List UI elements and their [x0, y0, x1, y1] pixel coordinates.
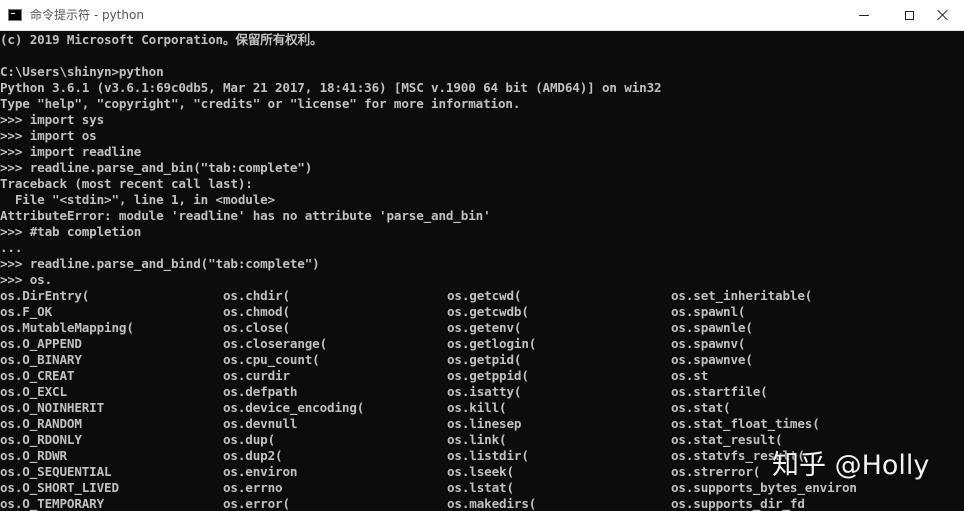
- console-line: >>> readline.parse_and_bind("tab:complet…: [0, 256, 320, 271]
- completion-item: os.cpu_count(: [223, 352, 320, 367]
- completion-item: os.getenv(: [447, 320, 522, 335]
- completion-item: os.link(: [447, 432, 507, 447]
- console-line: Python 3.6.1 (v3.6.1:69c0db5, Mar 21 201…: [0, 80, 662, 95]
- console-line: >>> readline.parse_and_bin("tab:complete…: [0, 160, 313, 175]
- completion-item: os.dup(: [223, 432, 276, 447]
- completion-item: os.getcwd(: [447, 288, 522, 303]
- console-line: (c) 2019 Microsoft Corporation。保留所有权利。: [0, 32, 323, 47]
- completion-item: os.listdir(: [447, 448, 529, 463]
- completion-item: os.lseek(: [447, 464, 514, 479]
- completion-item: os.chdir(: [223, 288, 290, 303]
- console-line: AttributeError: module 'readline' has no…: [0, 208, 491, 223]
- completion-item: os.errno: [223, 480, 283, 495]
- console-line: Type "help", "copyright", "credits" or "…: [0, 96, 521, 111]
- completion-item: os.O_RDWR: [0, 448, 67, 463]
- completion-item: os.O_SHORT_LIVED: [0, 480, 119, 495]
- completion-item: os.spawnve(: [671, 352, 753, 367]
- completion-item: os.getcwdb(: [447, 304, 529, 319]
- watermark: 知乎 @Holly: [772, 450, 930, 481]
- completion-item: os.MutableMapping(: [0, 320, 134, 335]
- completion-item: os.O_APPEND: [0, 336, 82, 351]
- completion-item: os.getlogin(: [447, 336, 537, 351]
- completion-item: os.environ: [223, 464, 298, 479]
- console-window: 命令提示符 - python (c) 2019 Microsoft Corpor…: [0, 0, 964, 511]
- completion-item: os.isatty(: [447, 384, 522, 399]
- window-title: 命令提示符 - python: [30, 8, 144, 22]
- console-line: File "<stdin>", line 1, in <module>: [0, 192, 275, 207]
- completion-item: os.O_EXCL: [0, 384, 67, 399]
- completion-item: os.getpid(: [447, 352, 522, 367]
- console-line: Traceback (most recent call last):: [0, 176, 253, 191]
- console-line: ...: [0, 240, 23, 255]
- completion-item: os.O_SEQUENTIAL: [0, 464, 112, 479]
- completion-item: os.spawnl(: [671, 304, 746, 319]
- console-line: >>> #tab completion: [0, 224, 142, 239]
- completion-item: os.chmod(: [223, 304, 290, 319]
- completion-item: os.getppid(: [447, 368, 529, 383]
- completion-item: os.kill(: [447, 400, 507, 415]
- completion-item: os.set_inheritable(: [671, 288, 813, 303]
- completion-item: os.spawnv(: [671, 336, 746, 351]
- completion-item: os.st: [671, 368, 709, 383]
- console-line: >>> import readline: [0, 144, 142, 159]
- completion-item: os.linesep: [447, 416, 522, 431]
- maximize-icon: [904, 10, 914, 20]
- completion-item: os.makedirs(: [447, 496, 537, 511]
- console-output[interactable]: (c) 2019 Microsoft Corporation。保留所有权利。 C…: [0, 31, 964, 511]
- completion-item: os.DirEntry(: [0, 288, 90, 303]
- minimize-button[interactable]: [841, 0, 887, 30]
- completion-item: os.stat_result(: [671, 432, 783, 447]
- completion-item: os.dup2(: [223, 448, 283, 463]
- completion-item: os.F_OK: [0, 304, 53, 319]
- minimize-icon: [859, 14, 869, 16]
- title-bar[interactable]: 命令提示符 - python: [0, 0, 964, 31]
- completion-item: os.curdir: [223, 368, 290, 383]
- completion-item: os.closerange(: [223, 336, 328, 351]
- completion-item: os.stat(: [671, 400, 731, 415]
- completion-item: os.O_RANDOM: [0, 416, 82, 431]
- completion-item: os.error(: [223, 496, 290, 511]
- completion-item: os.strerror(: [671, 464, 761, 479]
- completion-item: os.O_CREAT: [0, 368, 75, 383]
- completion-item: os.close(: [223, 320, 290, 335]
- completion-item: os.lstat(: [447, 480, 514, 495]
- completion-item: os.O_TEMPORARY: [0, 496, 105, 511]
- console-line: >>> import sys: [0, 112, 105, 127]
- completion-item: os.O_BINARY: [0, 352, 82, 367]
- completion-item: os.defpath: [223, 384, 298, 399]
- completion-item: os.devnull: [223, 416, 298, 431]
- close-button[interactable]: [920, 0, 964, 30]
- completion-item: os.startfile(: [671, 384, 768, 399]
- console-prompt-line[interactable]: >>> os.: [0, 272, 52, 288]
- cmd-icon: [8, 9, 22, 21]
- close-icon: [937, 9, 949, 21]
- completion-item: os.O_NOINHERIT: [0, 400, 105, 415]
- completion-item: os.device_encoding(: [223, 400, 365, 415]
- completion-item: os.spawnle(: [671, 320, 753, 335]
- completion-item: os.O_RDONLY: [0, 432, 82, 447]
- completion-item: os.stat_float_times(: [671, 416, 820, 431]
- console-line: >>> import os: [0, 128, 97, 143]
- console-line: C:\Users\shinyn>python: [0, 64, 164, 79]
- completion-item: os.supports_dir_fd: [671, 496, 805, 511]
